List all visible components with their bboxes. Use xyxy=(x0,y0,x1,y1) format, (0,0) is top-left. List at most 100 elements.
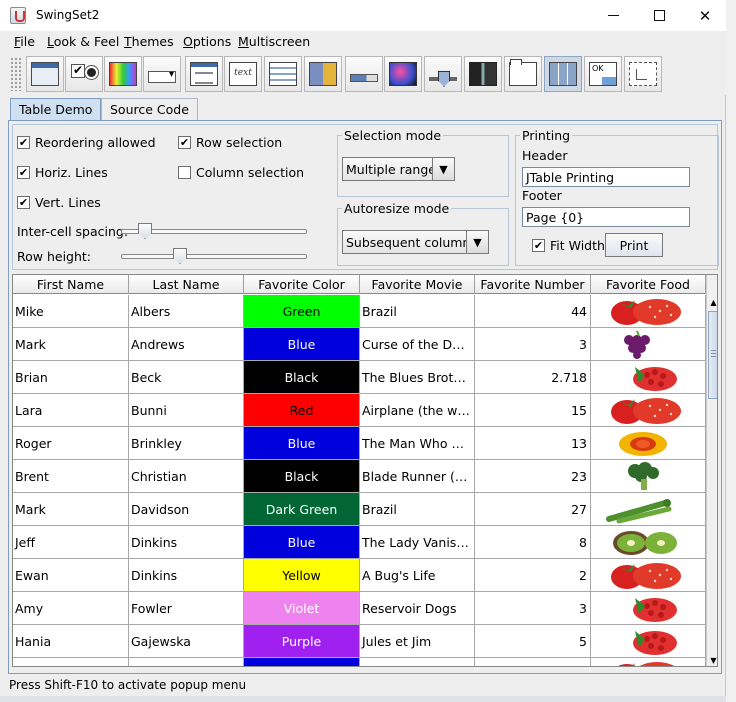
table-button[interactable] xyxy=(544,56,582,92)
last-name-cell[interactable]: Gajewska xyxy=(129,625,244,658)
checkbox-radio-button[interactable] xyxy=(65,56,103,92)
favorite-number-cell[interactable]: 23 xyxy=(475,460,591,493)
first-name-cell[interactable]: Mike xyxy=(13,295,129,328)
last-name-cell[interactable]: Davidson xyxy=(129,493,244,526)
favorite-number-cell[interactable]: 3 xyxy=(475,592,591,625)
favorite-color-cell[interactable]: Yellow xyxy=(244,559,360,592)
selection-mode-combo[interactable]: Multiple ranges ▼ xyxy=(342,157,455,181)
favorite-food-cell[interactable] xyxy=(591,460,706,493)
favorite-movie-cell[interactable] xyxy=(360,658,475,666)
table-row[interactable]: Amy Fowler Violet Reservoir Dogs 3 xyxy=(13,592,706,625)
last-name-cell[interactable]: Dinkins xyxy=(129,526,244,559)
color-chooser-button[interactable] xyxy=(104,56,142,92)
last-name-cell[interactable]: Beck xyxy=(129,361,244,394)
close-button[interactable]: ✕ xyxy=(682,0,728,31)
row-selection-checkbox[interactable]: ✔ Row selection xyxy=(178,135,282,150)
favorite-number-cell[interactable]: 13 xyxy=(475,427,591,460)
menu-file[interactable]: File xyxy=(14,34,35,49)
slider-button[interactable] xyxy=(424,56,462,92)
tooltip-button[interactable]: OK xyxy=(584,56,622,92)
combobox-button[interactable] xyxy=(143,56,181,92)
autoresize-mode-combo[interactable]: Subsequent columns ▼ xyxy=(342,230,489,254)
favorite-number-cell[interactable]: 8 xyxy=(475,526,591,559)
first-name-cell[interactable]: Mark xyxy=(13,493,129,526)
scroll-pane-button[interactable] xyxy=(384,56,422,92)
favorite-color-cell[interactable]: Violet xyxy=(244,592,360,625)
toolbar-grip[interactable] xyxy=(10,57,22,91)
tab-table-demo[interactable]: Table Demo xyxy=(10,98,102,120)
editor-pane-button[interactable]: text xyxy=(224,56,262,92)
table-row[interactable]: LaraBunniRedAirplane (the whol...15 xyxy=(13,394,706,427)
table-row[interactable]: Mark Davidson Dark Green Brazil 27 xyxy=(13,493,706,526)
favorite-color-cell[interactable]: Blue xyxy=(244,328,360,361)
column-selection-checkbox[interactable]: Column selection xyxy=(178,165,304,180)
last-name-cell[interactable]: Brinkley xyxy=(129,427,244,460)
column-header-favorite-color[interactable]: Favorite Color xyxy=(244,275,360,294)
tree-button[interactable] xyxy=(624,56,662,92)
favorite-color-cell[interactable]: Black xyxy=(244,460,360,493)
vert-lines-checkbox[interactable]: ✔ Vert. Lines xyxy=(17,195,101,210)
slider-thumb[interactable] xyxy=(138,223,152,239)
row-height-slider[interactable] xyxy=(121,248,307,264)
favorite-color-cell[interactable]: Green xyxy=(244,295,360,328)
slider-thumb[interactable] xyxy=(173,248,187,264)
first-name-cell[interactable]: Brian xyxy=(13,361,129,394)
favorite-number-cell[interactable]: 2 xyxy=(475,559,591,592)
table-row[interactable]: Roger Brinkley Blue The Man Who Kne... 13 xyxy=(13,427,706,460)
favorite-food-cell[interactable] xyxy=(591,625,706,658)
favorite-food-cell[interactable] xyxy=(591,295,706,328)
favorite-color-cell[interactable]: Blue xyxy=(244,526,360,559)
vertical-scrollbar[interactable]: ▲ ▼ xyxy=(706,275,717,666)
favorite-number-cell[interactable] xyxy=(475,658,591,666)
first-name-cell[interactable]: Lara xyxy=(13,394,129,427)
table-row[interactable]: Mark Andrews Blue Curse of the Demon 3 xyxy=(13,328,706,361)
table-row[interactable]: Jeff Dinkins Blue The Lady Vanishes 8 xyxy=(13,526,706,559)
tab-source-code[interactable]: Source Code xyxy=(101,98,198,120)
last-name-cell[interactable]: Andrews xyxy=(129,328,244,361)
favorite-food-cell[interactable] xyxy=(591,361,706,394)
favorite-movie-cell[interactable]: Reservoir Dogs xyxy=(360,592,475,625)
favorite-movie-cell[interactable]: Blade Runner (Dir... xyxy=(360,460,475,493)
favorite-number-cell[interactable]: 27 xyxy=(475,493,591,526)
favorite-color-cell[interactable]: Purple xyxy=(244,625,360,658)
last-name-cell[interactable]: Christian xyxy=(129,460,244,493)
menu-look-and-feel[interactable]: Look & Feel xyxy=(47,34,119,49)
reordering-checkbox[interactable]: ✔ Reordering allowed xyxy=(17,135,156,150)
table-row[interactable] xyxy=(13,658,706,666)
favorite-color-cell[interactable]: Dark Green xyxy=(244,493,360,526)
header-field[interactable]: JTable Printing xyxy=(522,167,690,187)
menu-themes[interactable]: Themes xyxy=(124,34,174,49)
favorite-food-cell[interactable] xyxy=(591,394,706,427)
first-name-cell[interactable]: Jeff xyxy=(13,526,129,559)
first-name-cell[interactable]: Ewan xyxy=(13,559,129,592)
print-button[interactable]: Print xyxy=(605,233,663,257)
table-row[interactable]: Brent Christian Black Blade Runner (Dir... 2… xyxy=(13,460,706,493)
favorite-movie-cell[interactable]: The Man Who Kne... xyxy=(360,427,475,460)
favorite-number-cell[interactable]: 15 xyxy=(475,394,591,427)
tabbed-pane-button[interactable] xyxy=(504,56,542,92)
favorite-movie-cell[interactable]: The Lady Vanishes xyxy=(360,526,475,559)
menu-options[interactable]: Options xyxy=(183,34,231,49)
favorite-movie-cell[interactable]: A Bug's Life xyxy=(360,559,475,592)
scroll-up-icon[interactable]: ▲ xyxy=(707,296,717,310)
favorite-food-cell[interactable] xyxy=(591,526,706,559)
last-name-cell[interactable]: Dinkins xyxy=(129,559,244,592)
inter-cell-spacing-slider[interactable] xyxy=(121,223,307,239)
table-row[interactable]: Hania Gajewska Purple Jules et Jim 5 xyxy=(13,625,706,658)
favorite-food-cell[interactable] xyxy=(591,658,706,666)
chevron-down-icon[interactable]: ▼ xyxy=(466,231,488,253)
favorite-number-cell[interactable]: 3 xyxy=(475,328,591,361)
favorite-number-cell[interactable]: 5 xyxy=(475,625,591,658)
first-name-cell[interactable]: Amy xyxy=(13,592,129,625)
last-name-cell[interactable]: Fowler xyxy=(129,592,244,625)
last-name-cell[interactable]: Bunni xyxy=(129,394,244,427)
column-header-last-name[interactable]: Last Name xyxy=(129,275,244,294)
table-row[interactable]: Ewan Dinkins Yellow A Bug's Life 2 xyxy=(13,559,706,592)
first-name-cell[interactable] xyxy=(13,658,129,666)
menu-multiscreen[interactable]: Multiscreen xyxy=(238,34,310,49)
favorite-color-cell[interactable]: Black xyxy=(244,361,360,394)
scroll-down-icon[interactable]: ▼ xyxy=(707,654,717,666)
favorite-movie-cell[interactable]: Brazil xyxy=(360,295,475,328)
favorite-movie-cell[interactable]: Curse of the Demon xyxy=(360,328,475,361)
progress-bar-button[interactable] xyxy=(345,56,383,92)
